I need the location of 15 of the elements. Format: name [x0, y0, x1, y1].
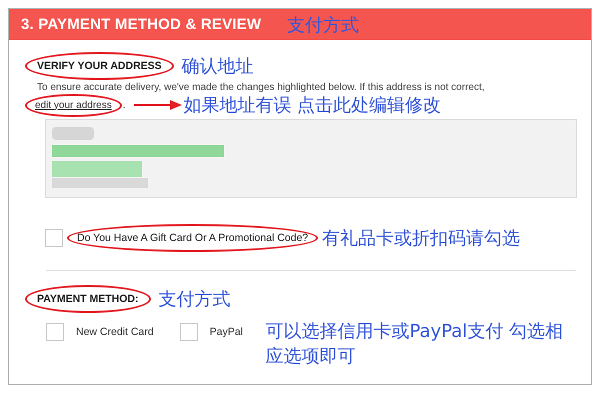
- annotation-note: 支付方式: [158, 288, 231, 311]
- gift-card-label: Do You Have A Gift Card Or A Promotional Code?: [67, 224, 318, 252]
- annotation-note: 有礼品卡或折扣码请勾选: [322, 227, 520, 250]
- edit-address-link[interactable]: edit your address: [25, 94, 122, 116]
- address-description: To ensure accurate delivery, we've made the changes highlighted below. If this address is not correct,: [37, 82, 486, 93]
- payment-option-label: New Credit Card: [76, 326, 154, 338]
- payment-option-label: PayPal: [210, 326, 243, 338]
- annotation-note: 确认地址: [182, 55, 254, 78]
- annotation-note: 可以选择信用卡或PayPal支付 勾选相应选项即可: [265, 320, 564, 369]
- payment-method-heading: PAYMENT METHOD:: [25, 285, 151, 313]
- annotation-note: 支付方式: [287, 14, 360, 36]
- annotation-note: 如果地址有误 点击此处编辑修改: [184, 94, 442, 117]
- verify-address-heading: VERIFY YOUR ADDRESS: [25, 52, 174, 80]
- section-title: 3. PAYMENT METHOD & REVIEW: [21, 16, 262, 33]
- period-text: .: [122, 100, 126, 110]
